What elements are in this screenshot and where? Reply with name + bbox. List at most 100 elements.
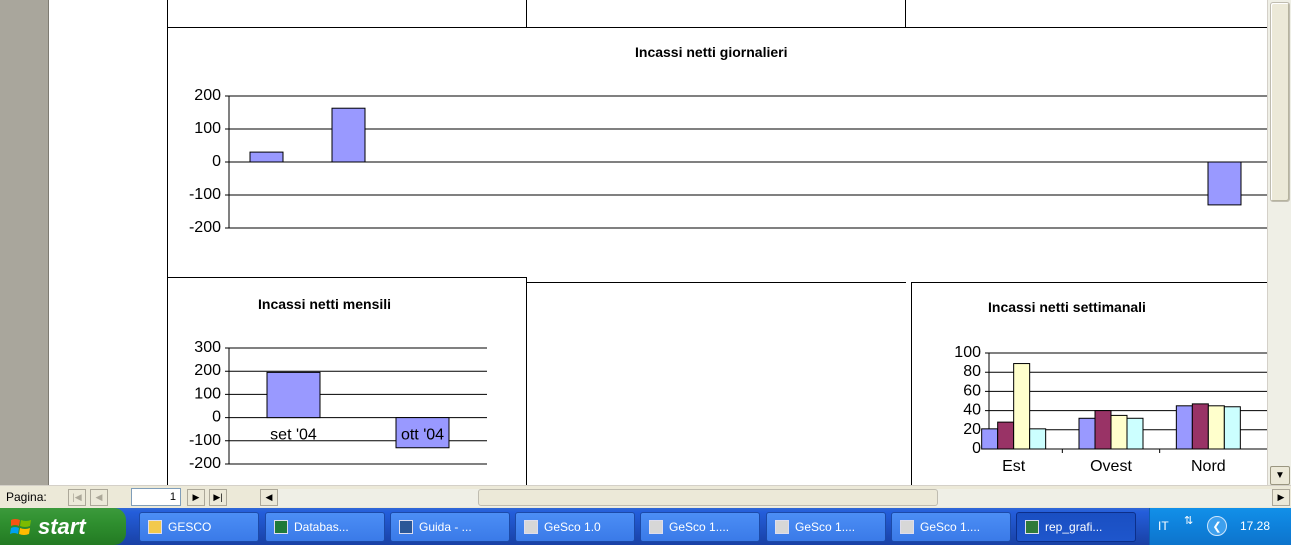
- network-icon[interactable]: ⇅: [1184, 514, 1193, 527]
- taskbar-button[interactable]: GeSco 1....: [766, 512, 886, 542]
- taskbar-button[interactable]: Guida - ...: [390, 512, 510, 542]
- form-icon: [775, 520, 789, 534]
- bar: [1223, 406, 1241, 450]
- bar: [266, 371, 321, 419]
- x-tick-label: ott '04: [401, 427, 444, 444]
- bar: [981, 428, 999, 450]
- y-tick-label: 0: [212, 409, 221, 426]
- excel-icon: [274, 520, 288, 534]
- bar: [1191, 403, 1209, 450]
- y-tick-label: 200: [194, 362, 221, 379]
- bar: [997, 421, 1015, 450]
- taskbar-button-label: GeSco 1....: [669, 520, 730, 534]
- report-page: Incassi netti giornalieri 200 100 0 -100 -20…: [49, 0, 1267, 485]
- bar: [249, 151, 284, 163]
- daily-chart-title: Incassi netti giornalieri: [635, 44, 788, 60]
- y-tick-label: 0: [972, 440, 981, 457]
- taskbar-button[interactable]: GeSco 1....: [891, 512, 1011, 542]
- y-tick-label: -200: [189, 219, 221, 236]
- language-indicator[interactable]: IT: [1158, 519, 1169, 533]
- windows-logo-icon: [10, 518, 31, 535]
- taskbar-button[interactable]: GeSco 1.0: [515, 512, 635, 542]
- y-tick-label: 300: [194, 340, 221, 356]
- taskbar-button-label: rep_grafi...: [1045, 520, 1103, 534]
- y-tick-label: 20: [963, 421, 981, 438]
- y-tick-label: 100: [954, 344, 981, 361]
- monthly-chart: 300 200 100 0 -100 -200 set '04 ott '04: [189, 340, 487, 472]
- bar: [1094, 410, 1112, 450]
- system-tray: IT ⇅ ❮ 17.28: [1149, 508, 1291, 545]
- bar: [1078, 417, 1096, 450]
- bar: [1126, 417, 1144, 450]
- taskbar-button[interactable]: GESCO: [139, 512, 259, 542]
- y-tick-label: -100: [189, 186, 221, 203]
- form-icon: [649, 520, 663, 534]
- y-tick-label: 100: [194, 385, 221, 402]
- last-page-button[interactable]: ▶|: [209, 489, 227, 506]
- next-page-button[interactable]: ▶: [187, 489, 205, 506]
- taskbar-button-label: GESCO: [168, 520, 212, 534]
- daily-chart: 200 100 0 -100 -200: [189, 88, 1267, 236]
- bar: [1029, 428, 1047, 450]
- scroll-down-arrow-icon[interactable]: ▼: [1270, 466, 1290, 485]
- bar: [1013, 363, 1031, 450]
- section-divider: [167, 27, 1267, 28]
- x-tick-label: Ovest: [1090, 458, 1132, 475]
- start-label: start: [38, 513, 86, 539]
- bar: [1175, 405, 1193, 450]
- section-divider: [526, 277, 527, 485]
- section-divider: [911, 282, 1267, 283]
- y-tick-label: -100: [189, 432, 221, 449]
- bar: [1110, 414, 1128, 450]
- x-tick-label: Est: [1002, 458, 1026, 475]
- page-label: Pagina:: [6, 490, 47, 504]
- y-tick-label: -200: [189, 455, 221, 472]
- section-divider: [526, 0, 527, 28]
- section-divider: [905, 0, 906, 28]
- taskbar-button-label: GeSco 1....: [795, 520, 856, 534]
- form-icon: [524, 520, 538, 534]
- bar: [1207, 161, 1242, 206]
- taskbar-button[interactable]: Databas...: [265, 512, 385, 542]
- y-tick-label: 200: [194, 88, 221, 104]
- monthly-chart-title: Incassi netti mensili: [258, 296, 392, 312]
- taskbar-button[interactable]: rep_grafi...: [1016, 512, 1136, 542]
- x-tick-label: Nord: [1191, 458, 1226, 475]
- weekly-chart-title: Incassi netti settimanali: [988, 299, 1146, 315]
- form-icon: [900, 520, 914, 534]
- previous-page-button[interactable]: ◀: [90, 489, 108, 506]
- section-divider: [167, 277, 527, 278]
- windows-taskbar: start GESCO Databas... Guida - ... GeSco 1.…: [0, 508, 1291, 545]
- taskbar-button-label: GeSco 1.0: [544, 520, 601, 534]
- page-number-field[interactable]: 1: [131, 488, 181, 506]
- vertical-scroll-thumb[interactable]: [1270, 2, 1290, 202]
- report-icon: [1025, 520, 1039, 534]
- word-icon: [399, 520, 413, 534]
- first-page-button[interactable]: |◀: [68, 489, 86, 506]
- record-navigation-bar: Pagina: |◀ ◀ 1 ▶ ▶| ◀ ▶: [0, 485, 1291, 508]
- folder-icon: [148, 520, 162, 534]
- vertical-scrollbar[interactable]: ▼: [1267, 0, 1291, 485]
- y-tick-label: 40: [963, 402, 981, 419]
- taskbar-button-label: GeSco 1....: [920, 520, 981, 534]
- y-tick-label: 80: [963, 363, 981, 380]
- y-tick-label: 0: [212, 153, 221, 170]
- bar: [331, 107, 366, 163]
- weekly-chart: 100 80 60 40 20 0 Est Ovest Nord: [954, 344, 1267, 475]
- x-tick-label: set '04: [270, 427, 317, 444]
- clock: 17.28: [1240, 519, 1271, 533]
- scroll-left-arrow-icon[interactable]: ◀: [260, 489, 278, 506]
- report-left-margin: [0, 0, 49, 485]
- y-tick-label: 60: [963, 382, 981, 399]
- section-divider: [526, 282, 906, 283]
- taskbar-button-label: Databas...: [294, 520, 349, 534]
- horizontal-scroll-thumb[interactable]: [478, 489, 938, 506]
- y-tick-label: 100: [194, 120, 221, 137]
- horizontal-scrollbar[interactable]: ◀ ▶: [260, 489, 1290, 507]
- show-hidden-icons-icon[interactable]: ❮: [1207, 516, 1227, 536]
- start-button[interactable]: start: [0, 508, 126, 545]
- taskbar-button-label: Guida - ...: [419, 520, 472, 534]
- taskbar-button[interactable]: GeSco 1....: [640, 512, 760, 542]
- bar: [1207, 405, 1225, 450]
- scroll-right-arrow-icon[interactable]: ▶: [1272, 489, 1290, 506]
